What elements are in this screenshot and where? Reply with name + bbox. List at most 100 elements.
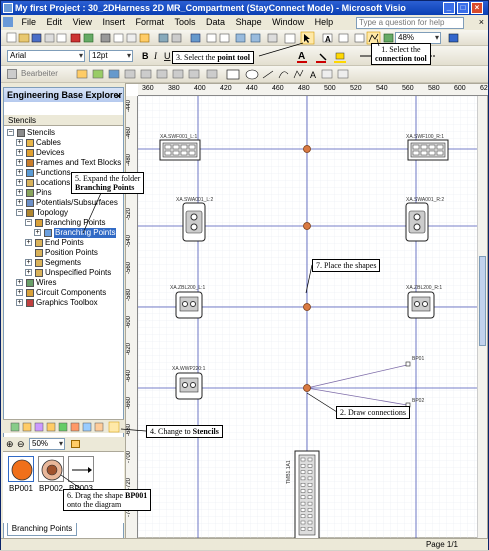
tree-node[interactable]: − Branching Points — [4, 218, 123, 228]
branch-point[interactable] — [303, 145, 311, 153]
expand-icon[interactable]: + — [16, 279, 23, 286]
tree-node-label: Branching Points — [54, 228, 117, 238]
connector-zbl200-l[interactable] — [175, 291, 203, 319]
tree-node[interactable]: + Potentials/Subsurfaces — [4, 198, 123, 208]
branch-point[interactable] — [303, 222, 311, 230]
ruler-tick-label: -680 — [126, 424, 132, 437]
doc-close-icon[interactable]: × — [479, 17, 484, 27]
help-search-input[interactable]: Type a question for help — [356, 17, 464, 29]
ruler-tick-label: 540 — [376, 85, 388, 92]
folder-icon — [26, 279, 34, 287]
menu-bar: File Edit View Insert Format Tools Data … — [1, 15, 488, 30]
font-select[interactable]: Arial — [7, 50, 85, 62]
stencil-folder-icon[interactable] — [71, 440, 80, 448]
stencil-shape-bp003[interactable]: BP003 — [67, 456, 95, 493]
callout-3-text: 3. Select the — [176, 53, 218, 62]
menu-tools[interactable]: Tools — [171, 15, 200, 30]
menu-edit[interactable]: Edit — [43, 15, 67, 30]
expand-icon[interactable]: + — [16, 149, 23, 156]
tree-node[interactable]: + Branching Points — [4, 228, 123, 238]
ruler-tick-label: 520 — [350, 85, 362, 92]
menu-file[interactable]: File — [18, 15, 41, 30]
minimize-button[interactable]: _ — [443, 2, 455, 14]
label-zbl200-l: XA.ZBL200_L:1 — [170, 285, 206, 291]
maximize-button[interactable]: □ — [457, 2, 469, 14]
vertical-scrollbar[interactable] — [477, 96, 487, 539]
ruler-tick-label: 620 — [480, 85, 488, 92]
close-button[interactable]: × — [471, 2, 483, 14]
ruler-tick-label: -480 — [126, 154, 132, 167]
bp01-marker[interactable] — [405, 361, 411, 367]
window-title: My first Project : 30_2DHarness 2D MR_Co… — [15, 3, 406, 13]
connector-zbl200-r[interactable] — [407, 291, 435, 319]
ruler-tick-label: 600 — [454, 85, 466, 92]
tree-node[interactable]: − Topology — [4, 208, 123, 218]
zoom-out-icon[interactable]: ⊖ — [17, 439, 25, 450]
tree-node[interactable]: + Graphics Toolbox — [4, 298, 123, 308]
tree-node[interactable]: + Circuit Components — [4, 288, 123, 298]
tree-node[interactable]: + Frames and Text Blocks — [4, 158, 123, 168]
drawing-canvas[interactable]: 360 380 400 420 440 460 480 500 520 540 560 580 600 6… — [125, 83, 488, 539]
tree-node[interactable]: + Wires — [4, 278, 123, 288]
menu-window[interactable]: Window — [268, 15, 308, 30]
expand-icon[interactable]: + — [25, 239, 32, 246]
folder-icon — [26, 179, 34, 187]
expand-icon[interactable]: + — [16, 159, 23, 166]
tree-node[interactable]: + Segments — [4, 258, 123, 268]
connector-swf100-r[interactable] — [407, 139, 449, 161]
menu-insert[interactable]: Insert — [98, 15, 129, 30]
expand-icon[interactable]: + — [16, 299, 23, 306]
explorer-close-icon[interactable]: × — [116, 89, 121, 103]
expand-icon[interactable]: + — [16, 199, 23, 206]
connector-swa001-l[interactable] — [182, 202, 206, 242]
tree-node[interactable]: − Stencils — [4, 128, 123, 138]
bp002-icon — [38, 456, 64, 482]
tree-node[interactable]: + Devices — [4, 148, 123, 158]
collapse-icon[interactable]: − — [16, 209, 23, 216]
expand-icon[interactable]: + — [16, 169, 23, 176]
tab-branching-points[interactable]: Branching Points — [7, 523, 77, 536]
expand-icon[interactable]: + — [16, 139, 23, 146]
expand-icon[interactable]: + — [25, 269, 32, 276]
font-size-select[interactable]: 12pt — [89, 50, 133, 62]
ruler-tick-label: -640 — [126, 370, 132, 383]
connector-tmb1[interactable] — [294, 450, 320, 539]
stencil-shape-bp002[interactable]: BP002 — [37, 456, 65, 493]
expand-icon[interactable]: + — [25, 259, 32, 266]
connector-swa001-r[interactable] — [405, 202, 429, 242]
menu-data[interactable]: Data — [202, 15, 229, 30]
callout-draw-connections: 2. Draw connections — [336, 406, 410, 419]
collapse-icon[interactable]: − — [25, 219, 32, 226]
menu-view[interactable]: View — [69, 15, 96, 30]
stencil-shape-bp001[interactable]: BP001 — [7, 456, 35, 493]
callout-4-text: 4. Change to — [150, 427, 193, 436]
connector-wwp220[interactable] — [175, 372, 203, 400]
folder-icon — [35, 239, 43, 247]
label-zbl200-r: XA.ZBL200_R:1 — [406, 285, 442, 291]
expand-icon[interactable]: + — [34, 229, 41, 236]
tree-node[interactable]: Position Points — [4, 248, 123, 258]
folder-icon — [26, 299, 34, 307]
collapse-icon[interactable]: − — [7, 129, 14, 136]
stencil-zoom-select[interactable]: 50% — [29, 438, 65, 450]
connector-swf001-l[interactable] — [159, 139, 201, 161]
branch-point[interactable] — [303, 384, 311, 392]
expand-icon[interactable]: + — [16, 189, 23, 196]
expand-icon[interactable]: + — [16, 179, 23, 186]
menu-help[interactable]: Help — [311, 15, 338, 30]
expand-icon[interactable]: + — [16, 289, 23, 296]
menu-format[interactable]: Format — [131, 15, 168, 30]
tree-node[interactable]: + End Points — [4, 238, 123, 248]
bearbeiter-label[interactable]: Bearbeiter — [21, 69, 58, 78]
zoom-in-icon[interactable]: ⊕ — [6, 439, 14, 450]
tree-node[interactable]: + Cables — [4, 138, 123, 148]
ruler-tick-label: 460 — [272, 85, 284, 92]
tree-node[interactable]: + Unspecified Points — [4, 268, 123, 278]
scroll-thumb[interactable] — [479, 256, 486, 346]
menu-shape[interactable]: Shape — [232, 15, 266, 30]
label-wwp220: XA.WWP220:1 — [172, 366, 206, 372]
folder-icon — [26, 149, 34, 157]
tree-node-label: Topology — [36, 208, 69, 217]
branch-point[interactable] — [303, 303, 311, 311]
callout-6-bold: BP001 — [124, 491, 148, 500]
